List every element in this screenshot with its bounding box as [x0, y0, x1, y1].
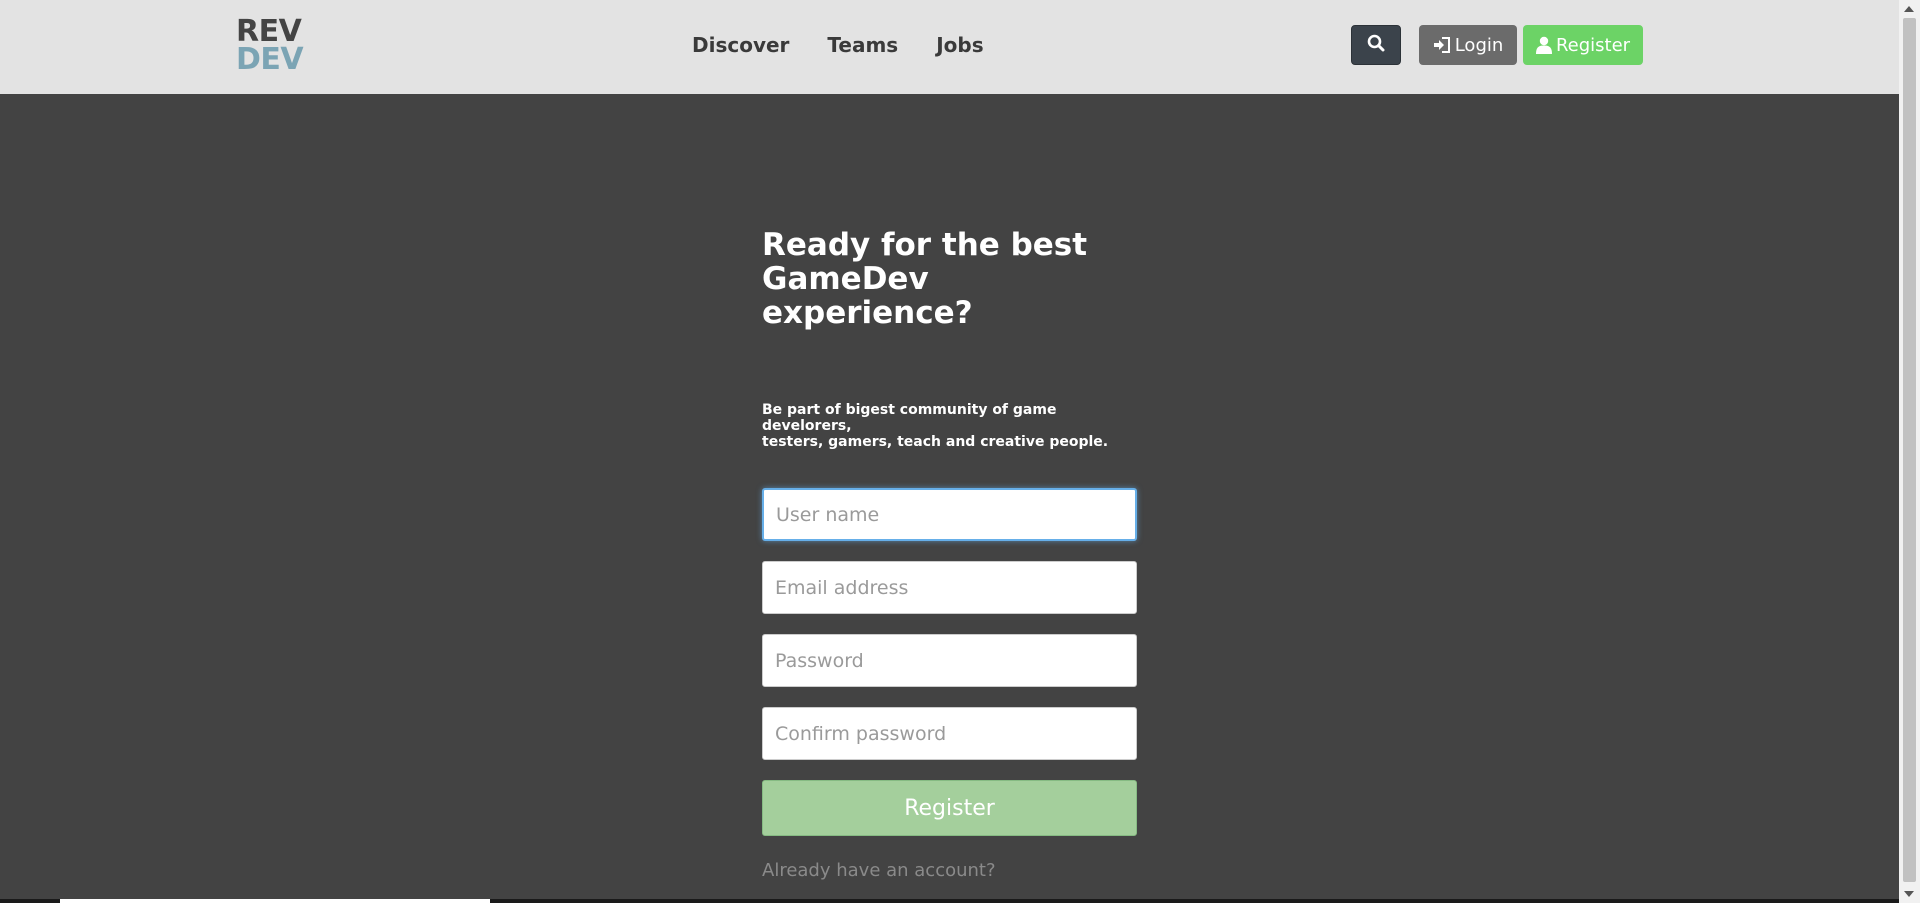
subtitle-line-1: Be part of bigest community of game deve… [762, 402, 1057, 434]
revdev-logo[interactable]: REV DEV [236, 17, 304, 77]
nav-teams[interactable]: Teams [827, 33, 898, 57]
page-headline: Ready for the best GameDev experience? [762, 228, 1137, 330]
register-submit-button[interactable]: Register [762, 780, 1137, 836]
main-nav: Discover Teams Jobs [692, 33, 984, 57]
register-panel: Ready for the best GameDev experience? B… [762, 228, 1137, 881]
logo-dev-text: DEV [236, 42, 304, 77]
user-icon [1535, 36, 1552, 54]
vertical-scrollbar[interactable] [1899, 0, 1920, 903]
confirm-password-input[interactable] [762, 707, 1137, 760]
search-icon [1367, 34, 1385, 57]
nav-jobs[interactable]: Jobs [936, 33, 983, 57]
login-label: Login [1454, 34, 1504, 56]
register-nav-button[interactable]: Register [1523, 25, 1643, 65]
scroll-up-arrow-icon[interactable] [1904, 6, 1914, 12]
headline-line-2: GameDev experience? [762, 261, 973, 331]
email-input[interactable] [762, 561, 1137, 614]
already-have-account-link[interactable]: Already have an account? [762, 860, 1137, 881]
bottom-edge-highlight [60, 899, 490, 903]
password-input[interactable] [762, 634, 1137, 687]
top-navbar: REV DEV Discover Teams Jobs Login Regist… [0, 0, 1899, 94]
subtitle-line-2: testers, gamers, teach and creative peop… [762, 434, 1109, 450]
page-subtitle: Be part of bigest community of game deve… [762, 402, 1137, 450]
register-form: Register Already have an account? [762, 488, 1137, 881]
scrollbar-thumb[interactable] [1903, 18, 1916, 882]
scroll-down-arrow-icon[interactable] [1904, 891, 1914, 897]
headline-line-1: Ready for the best [762, 227, 1088, 263]
register-nav-label: Register [1555, 34, 1631, 56]
bottom-edge-strip [0, 899, 1899, 903]
username-input[interactable] [762, 488, 1137, 541]
login-button[interactable]: Login [1419, 25, 1517, 65]
sign-in-icon [1433, 36, 1451, 54]
search-button[interactable] [1351, 25, 1401, 65]
nav-discover[interactable]: Discover [692, 33, 789, 57]
